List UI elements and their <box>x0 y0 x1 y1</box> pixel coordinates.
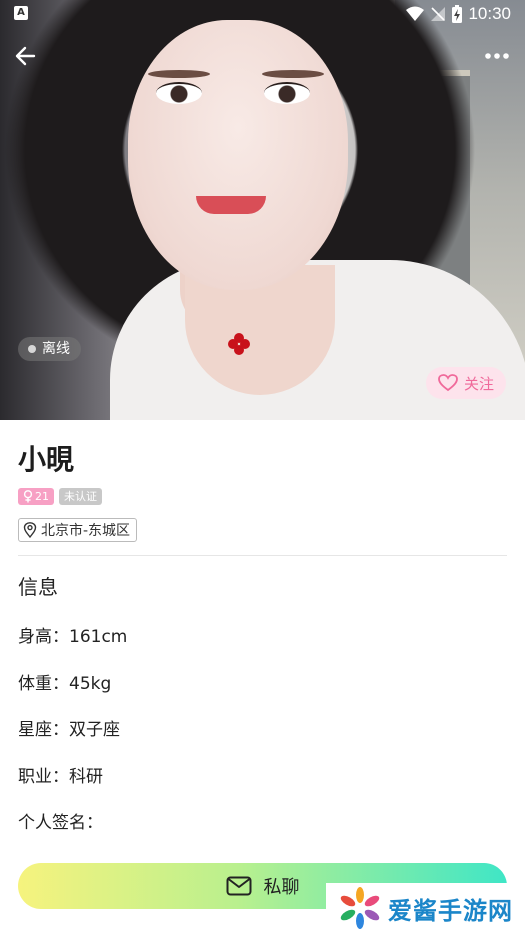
age-badge: 21 <box>18 488 54 505</box>
private-chat-label: 私聊 <box>263 877 300 898</box>
watermark-logo <box>340 887 380 929</box>
mail-icon <box>226 876 251 896</box>
no-signal-icon <box>431 7 446 21</box>
arrow-left-icon[interactable] <box>12 42 40 70</box>
battery-charging-icon <box>452 5 463 23</box>
profile-photo[interactable] <box>0 0 525 420</box>
more-dots-icon[interactable] <box>483 44 511 68</box>
verify-badge: 未认证 <box>59 488 102 505</box>
photo-eye-left <box>156 82 202 104</box>
section-divider <box>18 555 507 556</box>
info-row-signature: 个人签名： <box>18 813 103 833</box>
follow-label: 关注 <box>463 374 494 393</box>
info-row-occupation: 职业：科研 <box>18 767 103 787</box>
female-icon <box>23 490 33 503</box>
info-row-weight: 体重：45kg <box>18 674 112 694</box>
photo-brow-right <box>262 70 324 78</box>
status-dot-icon <box>28 345 36 353</box>
watermark: 爱酱手游网 <box>326 883 525 933</box>
online-status-badge: 离线 <box>18 337 81 361</box>
online-status-label: 离线 <box>42 341 70 357</box>
photo-brow-left <box>148 70 210 78</box>
location-tag: 北京市-东城区 <box>18 518 138 542</box>
photo-pendant <box>228 333 250 355</box>
follow-button[interactable]: 关注 <box>425 367 506 399</box>
info-row-height: 身高：161cm <box>18 627 128 647</box>
photo-face <box>128 20 348 290</box>
status-time: 10:30 <box>468 4 511 23</box>
watermark-text: 爱酱手游网 <box>388 896 513 925</box>
app-notification-icon: A <box>14 6 28 20</box>
info-section-title: 信息 <box>18 575 58 599</box>
info-row-zodiac: 星座：双子座 <box>18 720 120 740</box>
location-pin-icon <box>23 522 37 538</box>
photo-mouth <box>196 196 266 214</box>
status-icons: 10:30 <box>406 4 511 24</box>
heart-icon <box>438 374 458 392</box>
profile-name: 小晛 <box>18 443 75 476</box>
age-value: 21 <box>35 490 49 503</box>
photo-eye-right <box>264 82 310 104</box>
status-bar: A 10:30 <box>0 0 525 30</box>
profile-badges: 21 未认证 <box>18 488 102 505</box>
wifi-icon <box>406 6 425 21</box>
location-label: 北京市-东城区 <box>41 523 131 539</box>
